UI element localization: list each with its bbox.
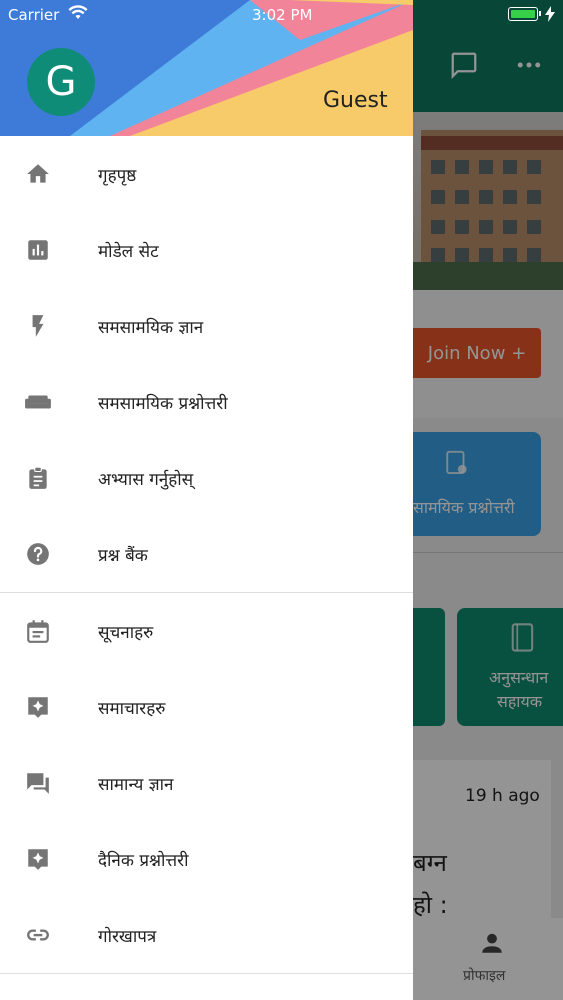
link-icon: [24, 921, 52, 949]
menu-item-news[interactable]: समाचारहरु: [0, 669, 413, 745]
menu-item-current-knowledge[interactable]: समसामयिक ज्ञान: [0, 288, 413, 364]
menu-item-label: मोडेल सेट: [98, 241, 159, 262]
menu-item-label: सामान्य ज्ञान: [98, 774, 174, 795]
battery-icon: [508, 7, 541, 21]
sofa-icon: [24, 388, 52, 416]
menu-item-label: दैनिक प्रश्नोत्तरी: [98, 850, 189, 871]
bar-chart-icon: [24, 236, 52, 264]
navigation-drawer: G Guest गृहपृष्ठ मोडेल सेट समसामयिक ज्ञा…: [0, 0, 413, 1000]
chat-icon: [24, 769, 52, 797]
menu-item-label: सूचनाहरु: [98, 622, 154, 643]
clipboard-icon: [24, 464, 52, 492]
menu-item-current-quiz[interactable]: समसामयिक प्रश्नोत्तरी: [0, 364, 413, 440]
menu-item-question-bank[interactable]: प्रश्न बैंक: [0, 516, 413, 592]
drawer-menu: गृहपृष्ठ मोडेल सेट समसामयिक ज्ञान समसामय…: [0, 136, 413, 974]
event-note-icon: [24, 617, 52, 645]
home-icon: [24, 160, 52, 188]
menu-item-label: अभ्यास गर्नुहोस्: [98, 469, 194, 490]
menu-item-label: समाचारहरु: [98, 698, 166, 719]
charging-icon: [545, 6, 555, 26]
status-bar: Carrier 3:02 PM: [0, 0, 563, 30]
status-time: 3:02 PM: [252, 6, 313, 24]
menu-item-label: समसामयिक ज्ञान: [98, 317, 204, 338]
menu-item-practice[interactable]: अभ्यास गर्नुहोस्: [0, 440, 413, 516]
sparkle-note-icon: [24, 693, 52, 721]
menu-item-notices[interactable]: सूचनाहरु: [0, 593, 413, 669]
help-circle-icon: [24, 540, 52, 568]
menu-divider: [0, 973, 413, 974]
menu-item-general-knowledge[interactable]: सामान्य ज्ञान: [0, 745, 413, 821]
menu-item-daily-quiz[interactable]: दैनिक प्रश्नोत्तरी: [0, 821, 413, 897]
wifi-icon: [68, 5, 88, 25]
flash-icon: [24, 312, 52, 340]
menu-item-model-set[interactable]: मोडेल सेट: [0, 212, 413, 288]
menu-item-gorkhapatra[interactable]: गोरखापत्र: [0, 897, 413, 973]
sparkle-note-icon: [24, 845, 52, 873]
avatar[interactable]: G: [27, 48, 95, 116]
carrier-label: Carrier: [8, 6, 60, 24]
menu-item-label: समसामयिक प्रश्नोत्तरी: [98, 393, 228, 414]
user-name: Guest: [323, 88, 388, 113]
menu-item-home[interactable]: गृहपृष्ठ: [0, 136, 413, 212]
menu-item-label: प्रश्न बैंक: [98, 545, 148, 566]
menu-item-label: गोरखापत्र: [98, 926, 157, 947]
menu-item-label: गृहपृष्ठ: [98, 165, 137, 186]
